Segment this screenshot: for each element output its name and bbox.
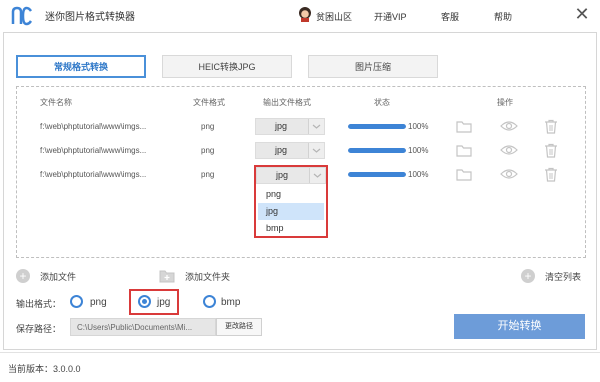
radio-jpg[interactable] — [138, 295, 151, 308]
progress-percent: 100% — [408, 146, 429, 155]
row-file-name: f:\web\phptutorial\www\imgs... — [40, 122, 147, 131]
header-actions: 操作 — [497, 98, 513, 107]
folder-icon[interactable] — [456, 143, 472, 157]
radio-jpg-label[interactable]: jpg — [157, 297, 170, 308]
add-folder-button[interactable]: 添加文件夹 — [159, 269, 230, 283]
eye-icon[interactable] — [500, 119, 518, 133]
output-format-select[interactable]: jpg — [255, 118, 325, 135]
header-status: 状态 — [374, 98, 390, 107]
chevron-down-icon — [309, 168, 325, 183]
folder-icon[interactable] — [456, 167, 472, 181]
user-avatar-icon[interactable] — [298, 7, 312, 22]
output-format-value: jpg — [276, 170, 289, 180]
plus-icon: + — [16, 269, 30, 283]
progress-bar — [348, 172, 406, 177]
folder-icon[interactable] — [456, 119, 472, 133]
output-format-value: jpg — [275, 121, 288, 131]
output-format-label: 输出格式： — [16, 299, 62, 309]
eye-icon[interactable] — [500, 167, 518, 181]
trash-icon[interactable] — [543, 143, 559, 158]
progress-percent: 100% — [408, 122, 429, 131]
change-path-button[interactable]: 更改路径 — [216, 318, 262, 336]
header-output-format: 输出文件格式 — [263, 98, 311, 107]
trash-icon[interactable] — [543, 167, 559, 182]
tab-heic-to-jpg[interactable]: HEIC转换JPG — [162, 55, 292, 78]
dropdown-option-png[interactable]: png — [258, 186, 324, 203]
dropdown-option-bmp[interactable]: bmp — [258, 220, 324, 237]
status-bar — [0, 352, 600, 382]
eye-icon[interactable] — [500, 143, 518, 157]
add-file-button[interactable]: + 添加文件 — [16, 269, 76, 283]
app-logo-icon — [11, 6, 33, 26]
radio-png[interactable] — [70, 295, 83, 308]
save-path-label: 保存路径： — [16, 324, 62, 334]
trash-icon[interactable] — [543, 119, 559, 134]
tab-normal-convert[interactable]: 常规格式转换 — [16, 55, 146, 78]
row-file-name: f:\web\phptutorial\www\imgs... — [40, 170, 147, 179]
row-file-format: png — [201, 170, 215, 179]
clear-list-button[interactable]: + 清空列表 — [521, 269, 581, 283]
row-file-format: png — [201, 146, 215, 155]
vip-link[interactable]: 开通VIP — [374, 10, 407, 23]
progress-bar — [348, 148, 406, 153]
chevron-down-icon — [308, 119, 324, 134]
add-folder-label: 添加文件夹 — [185, 271, 231, 282]
row-file-name: f:\web\phptutorial\www\imgs... — [40, 146, 147, 155]
output-format-dropdown[interactable]: jpg png jpg bmp — [254, 165, 328, 238]
folder-plus-icon — [159, 269, 175, 283]
app-title: 迷你图片格式转换器 — [45, 12, 135, 23]
jpg-highlight-box — [129, 289, 179, 315]
add-file-label: 添加文件 — [40, 271, 77, 282]
start-convert-button[interactable]: 开始转换 — [454, 314, 585, 339]
progress-percent: 100% — [408, 170, 429, 179]
plus-icon: + — [521, 269, 535, 283]
output-format-select[interactable]: jpg — [255, 142, 325, 159]
header-file-format: 文件格式 — [193, 98, 225, 107]
service-link[interactable]: 客服 — [441, 10, 459, 23]
output-format-value: jpg — [275, 145, 288, 155]
header-file-name: 文件名称 — [40, 98, 72, 107]
progress-fill — [348, 124, 406, 129]
clear-list-label: 清空列表 — [545, 271, 582, 282]
radio-bmp[interactable] — [203, 295, 216, 308]
progress-fill — [348, 148, 406, 153]
progress-fill — [348, 172, 406, 177]
dropdown-option-jpg[interactable]: jpg — [258, 203, 324, 220]
save-path-field[interactable]: C:\Users\Public\Documents\Mi... — [70, 318, 216, 336]
help-link[interactable]: 帮助 — [494, 10, 512, 23]
tab-image-compress[interactable]: 图片压缩 — [308, 55, 438, 78]
output-format-select[interactable]: jpg — [256, 167, 326, 184]
progress-bar — [348, 124, 406, 129]
radio-png-label[interactable]: png — [90, 297, 107, 308]
close-icon[interactable]: ✕ — [574, 4, 590, 24]
user-name[interactable]: 贫困山区 — [316, 10, 352, 23]
version-label: 当前版本：3.0.0.0 — [8, 364, 81, 374]
radio-bmp-label[interactable]: bmp — [221, 297, 240, 308]
row-file-format: png — [201, 122, 215, 131]
chevron-down-icon — [308, 143, 324, 158]
